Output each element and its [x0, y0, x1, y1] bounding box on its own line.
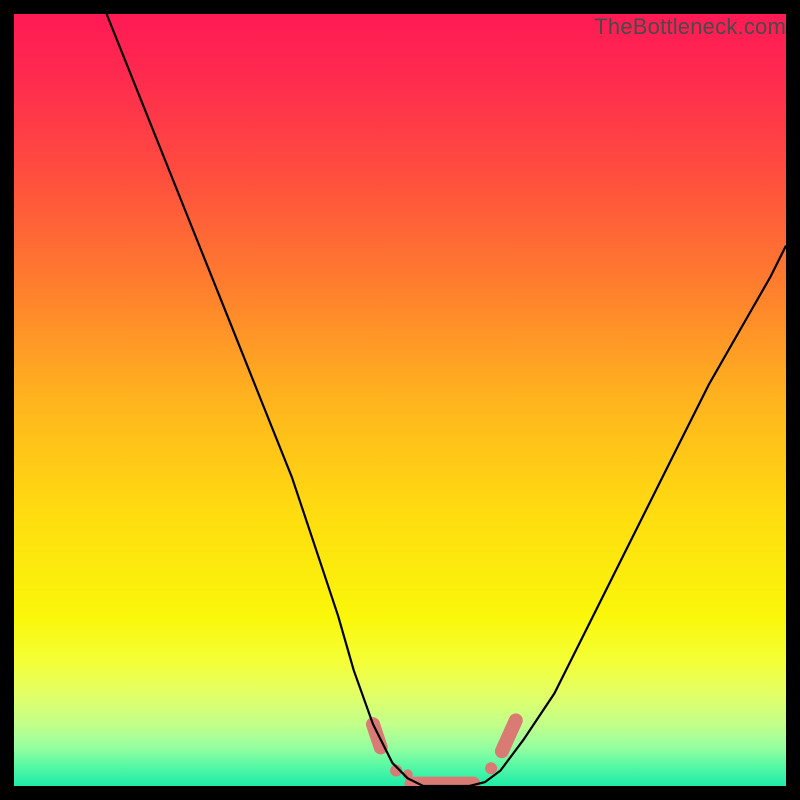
plot-area: TheBottleneck.com [14, 14, 786, 786]
chart-svg [14, 14, 786, 786]
outer-frame: TheBottleneck.com [0, 0, 800, 800]
watermark-text: TheBottleneck.com [594, 14, 786, 40]
gradient-rect [14, 14, 786, 786]
